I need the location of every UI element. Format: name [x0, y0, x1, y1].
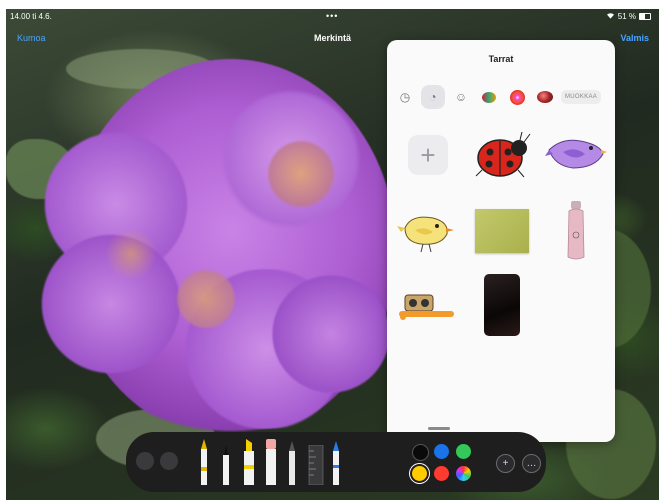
color-green-swatch[interactable] — [456, 444, 471, 459]
done-button[interactable]: Valmis — [620, 33, 649, 43]
add-icon[interactable]: + — [496, 454, 515, 473]
sticker-category-bar: ◷ ◔ ☺ MUOKKAA — [393, 84, 615, 110]
add-icon[interactable]: + — [408, 135, 448, 175]
battery-percent: 51 % — [617, 12, 636, 21]
recent-icon[interactable]: ◷ — [393, 85, 417, 109]
sticker-phone[interactable] — [467, 268, 537, 342]
stickers-icon[interactable]: ◔ — [421, 85, 445, 109]
redo-icon[interactable] — [160, 452, 178, 470]
sticker-water-bottle[interactable] — [541, 200, 611, 262]
sticker-yellow-bird[interactable] — [391, 200, 461, 262]
lasso-tool[interactable] — [330, 441, 342, 490]
color-red-swatch[interactable] — [434, 466, 449, 481]
markup-toolbar: + … — [126, 427, 546, 492]
screen: 14.00 ti 4.6. ••• 51 % Kumoa Merkintä Va… — [6, 9, 659, 500]
stickers-panel: Tarrat ◷ ◔ ☺ MUOKKAA + — [387, 40, 615, 442]
fineliner-tool[interactable] — [220, 445, 232, 490]
eraser-tool[interactable] — [264, 439, 276, 490]
color-yellow-swatch[interactable] — [412, 466, 427, 481]
color-picker-icon[interactable] — [456, 466, 471, 481]
pen-tool[interactable] — [198, 437, 210, 490]
color-palette — [412, 444, 492, 486]
status-time: 14.00 — [10, 12, 31, 21]
edit-button[interactable]: MUOKKAA — [561, 90, 602, 104]
emoji-icon[interactable]: ☺ — [449, 85, 473, 109]
sticker-toy-robot[interactable] — [391, 274, 461, 336]
color-black-swatch[interactable] — [412, 444, 429, 461]
multitasking-dots-icon[interactable]: ••• — [326, 11, 338, 21]
toolbar-actions: + … — [496, 454, 541, 473]
sticker-sticky-note[interactable] — [467, 200, 537, 262]
status-bar: 14.00 ti 4.6. ••• 51 % — [6, 9, 659, 23]
undo-icon[interactable] — [136, 452, 154, 470]
sticker-pack-flame-icon[interactable] — [505, 85, 529, 109]
sticker-pack-round-icon[interactable] — [533, 85, 557, 109]
battery-icon — [639, 13, 651, 20]
pencil-tool[interactable] — [286, 441, 298, 490]
wifi-icon — [606, 12, 615, 21]
sticker-purple-bird[interactable] — [541, 124, 611, 186]
toolbar-grabber[interactable] — [428, 427, 450, 430]
color-blue-swatch[interactable] — [434, 444, 449, 459]
status-date: ti 4.6. — [32, 12, 52, 21]
add-sticker-cell[interactable]: + — [393, 124, 463, 186]
ruler-tool[interactable] — [308, 444, 324, 490]
drawing-tools — [198, 438, 342, 490]
more-icon[interactable]: … — [522, 454, 541, 473]
marker-tool[interactable] — [242, 439, 254, 490]
sticker-pack-car-icon[interactable] — [477, 85, 501, 109]
panel-title: Tarrat — [488, 54, 514, 64]
sticker-ladybug[interactable] — [467, 124, 537, 186]
